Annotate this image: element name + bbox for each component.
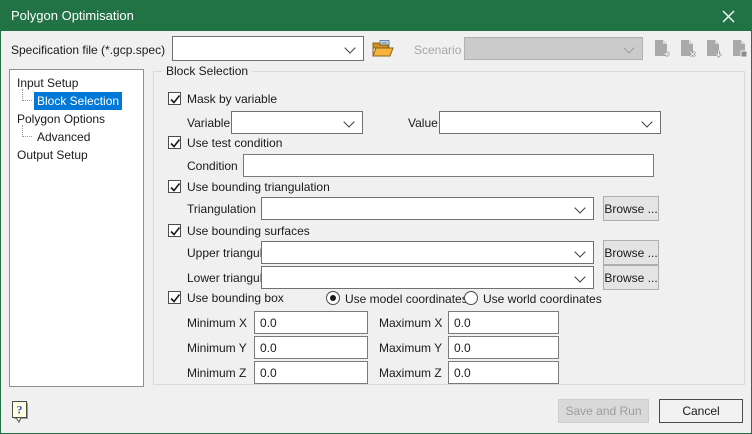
radio-dot-icon: [330, 295, 336, 301]
value-label: Value: [408, 115, 438, 131]
variable-value: [237, 112, 340, 133]
condition-label: Condition: [187, 158, 238, 174]
tree-elbow-line: [22, 89, 32, 101]
triangulation-label: Triangulation: [187, 201, 256, 217]
polygon-optimisation-dialog: Polygon Optimisation Specification file …: [0, 0, 752, 434]
maximum-x-input[interactable]: [448, 311, 559, 334]
minimum-y-input[interactable]: [254, 336, 368, 359]
scenario-import-button[interactable]: [705, 38, 723, 60]
save-and-run-button[interactable]: Save and Run: [558, 399, 649, 423]
world-coordinates-label: Use world coordinates: [483, 291, 602, 307]
checkbox-checked-icon: [168, 291, 181, 304]
window-title: Polygon Optimisation: [11, 1, 134, 31]
upper-browse-button[interactable]: Browse ...: [603, 240, 659, 265]
scenario-export-button[interactable]: [731, 38, 749, 60]
scenario-delete-icon: [680, 39, 696, 59]
navigation-tree: Input Setup Block Selection Polygon Opti…: [9, 69, 144, 387]
upper-triangulation-combobox[interactable]: [261, 241, 594, 264]
chevron-down-icon: [641, 116, 652, 127]
chevron-down-icon: [623, 42, 634, 53]
tree-item-label: Output Setup: [14, 146, 91, 164]
scenario-delete-button[interactable]: [679, 38, 697, 60]
chevron-down-icon: [344, 42, 355, 53]
minimum-z-label: Minimum Z: [187, 365, 246, 381]
maximum-y-label: Maximum Y: [379, 340, 442, 356]
scenario-id-value: [470, 38, 620, 59]
world-coordinates-radio[interactable]: [464, 291, 478, 305]
spec-file-combobox[interactable]: [172, 36, 364, 61]
svg-text:?: ?: [17, 402, 23, 416]
scenario-add-button[interactable]: [653, 38, 671, 60]
checkbox-checked-icon: [168, 92, 181, 105]
model-coordinates-radio[interactable]: [326, 291, 340, 305]
scenario-import-icon: [706, 39, 722, 59]
maximum-x-label: Maximum X: [379, 315, 442, 331]
use-bounding-triangulation-checkbox[interactable]: Use bounding triangulation: [168, 179, 330, 195]
checkbox-checked-icon: [168, 180, 181, 193]
titlebar[interactable]: Polygon Optimisation: [1, 1, 751, 31]
spec-file-label: Specification file (*.gcp.spec): [11, 42, 165, 58]
use-bounding-surfaces-checkbox[interactable]: Use bounding surfaces: [168, 223, 310, 239]
help-button[interactable]: ?: [10, 399, 30, 423]
maximum-y-input[interactable]: [448, 336, 559, 359]
scenario-id-combobox: [464, 37, 643, 60]
tree-item-output-setup[interactable]: Output Setup: [10, 146, 143, 164]
checkbox-label: Use test condition: [187, 136, 282, 150]
tree-elbow-line: [22, 125, 32, 137]
tree-item-advanced[interactable]: Advanced: [10, 128, 143, 146]
use-bounding-box-checkbox[interactable]: Use bounding box: [168, 290, 284, 306]
close-button[interactable]: [705, 1, 751, 31]
triangulation-combobox[interactable]: [261, 197, 594, 220]
use-test-condition-checkbox[interactable]: Use test condition: [168, 135, 282, 151]
help-bubble-icon: ?: [11, 400, 29, 423]
checkbox-label: Mask by variable: [187, 92, 277, 106]
chevron-down-icon: [574, 202, 585, 213]
chevron-down-icon: [343, 116, 354, 127]
chevron-down-icon: [574, 246, 585, 257]
open-folder-icon: [372, 40, 394, 58]
checkbox-checked-icon: [168, 224, 181, 237]
variable-combobox[interactable]: [231, 111, 363, 134]
checkbox-label: Use bounding box: [187, 291, 284, 305]
minimum-z-input[interactable]: [254, 361, 368, 384]
model-coordinates-label: Use model coordinates: [345, 291, 468, 307]
chevron-down-icon: [574, 271, 585, 282]
cancel-button[interactable]: Cancel: [659, 399, 743, 423]
lower-triangulation-combobox[interactable]: [261, 266, 594, 289]
maximum-z-label: Maximum Z: [379, 365, 442, 381]
open-file-button[interactable]: [370, 38, 396, 60]
close-icon: [722, 10, 735, 23]
value-combobox[interactable]: [439, 111, 661, 134]
tree-item-block-selection[interactable]: Block Selection: [10, 92, 143, 110]
spec-file-value: [178, 37, 341, 60]
condition-input[interactable]: [243, 154, 654, 177]
upper-triangulation-value: [267, 242, 571, 263]
tree-item-label: Block Selection: [34, 92, 122, 110]
triangulation-value: [267, 198, 571, 219]
minimum-x-label: Minimum X: [187, 315, 247, 331]
triangulation-browse-button[interactable]: Browse ...: [603, 196, 659, 221]
tree-item-label: Advanced: [34, 128, 93, 146]
maximum-z-input[interactable]: [448, 361, 559, 384]
groupbox-title: Block Selection: [162, 64, 252, 78]
checkbox-checked-icon: [168, 136, 181, 149]
variable-label: Variable: [187, 115, 230, 131]
minimum-x-input[interactable]: [254, 311, 368, 334]
value-value: [445, 112, 638, 133]
scenario-export-icon: [732, 39, 748, 59]
scenario-add-icon: [654, 39, 670, 59]
lower-browse-button[interactable]: Browse ...: [603, 265, 659, 290]
minimum-y-label: Minimum Y: [187, 340, 247, 356]
checkbox-label: Use bounding triangulation: [187, 180, 330, 194]
mask-by-variable-checkbox[interactable]: Mask by variable: [168, 91, 277, 107]
checkbox-label: Use bounding surfaces: [187, 224, 310, 238]
lower-triangulation-value: [267, 267, 571, 288]
